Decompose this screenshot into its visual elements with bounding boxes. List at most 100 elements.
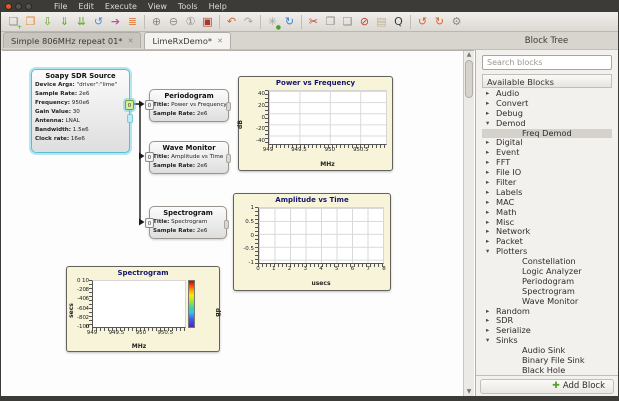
tree-expander-icon[interactable] [486, 138, 496, 148]
zoom-in-button[interactable]: ⊕ [148, 14, 165, 30]
scroll-down-icon[interactable]: ▼ [464, 388, 474, 396]
tick-label: 0.5 [245, 219, 254, 225]
tree-expander-icon[interactable] [486, 198, 496, 208]
open-file-button[interactable]: ❒ [22, 14, 39, 30]
canvas-scrollbar[interactable]: ▲ ▼ [463, 51, 474, 396]
tree-expander-icon[interactable] [486, 326, 496, 336]
power-vs-frequency-plot[interactable]: Power vs Frequency 40200-20-40 949949.59… [238, 76, 393, 171]
menu-item[interactable]: Help [209, 2, 227, 11]
tree-expander-icon[interactable] [486, 218, 496, 228]
tick-label: 949 [263, 147, 274, 153]
undo-button[interactable]: ↶ [223, 14, 240, 30]
toolbar-separator[interactable] [141, 14, 148, 30]
add-block-button[interactable]: ✚ Add Block [480, 379, 614, 394]
spectrogram-input-port[interactable]: 0 [145, 218, 154, 228]
toolbar-separator[interactable] [216, 14, 223, 30]
cut-button[interactable]: ✂ [305, 14, 322, 30]
view-log-button[interactable]: ≣ [124, 14, 141, 30]
tree-expander-icon[interactable] [486, 99, 496, 109]
plot-area [258, 207, 384, 264]
tree-expander-icon[interactable] [486, 208, 496, 218]
tree-expander-icon[interactable] [486, 227, 496, 237]
tree-expander-icon[interactable] [486, 89, 496, 99]
search-input[interactable] [482, 55, 612, 70]
tree-expander-icon[interactable] [486, 109, 496, 119]
paste-button[interactable]: ❑ [339, 14, 356, 30]
rotate-right-button[interactable]: ↻ [431, 14, 448, 30]
menu-item[interactable]: Edit [78, 2, 94, 11]
tree-item-label: Black Hole [522, 366, 565, 375]
tree-expander-icon[interactable] [486, 158, 496, 168]
tab-simple-806mhz[interactable]: Simple 806MHz repeat 01* ✕ [3, 32, 141, 48]
activate-topology-button[interactable]: ✳ ● [264, 14, 281, 30]
scroll-up-icon[interactable]: ▲ [464, 51, 474, 59]
save-as-button[interactable]: ⇓ [56, 14, 73, 30]
toolbar-icon-glyph: ⚙ [452, 14, 462, 30]
properties-button[interactable]: ⚙ [448, 14, 465, 30]
zoom-original-button[interactable]: ① [182, 14, 199, 30]
scrollbar-thumb[interactable] [465, 60, 473, 98]
tick-label: 950.5 [157, 330, 173, 336]
menu-item[interactable]: File [54, 2, 67, 11]
tab-limerxdemo[interactable]: LimeRxDemo* ✕ [144, 32, 230, 49]
reload-file-button[interactable]: ↺ [90, 14, 107, 30]
toolbar-separator[interactable] [257, 14, 264, 30]
block-property: Sample Rate: 2e6 [150, 227, 226, 236]
y-axis-label: secs [68, 303, 75, 318]
block-properties: Title: SpectrogramSample Rate: 2e6 [150, 218, 226, 236]
tree-expander-icon[interactable] [486, 148, 496, 158]
zoom-out-button[interactable]: ⊖ [165, 14, 182, 30]
save-all-button[interactable]: ⇊ [73, 14, 90, 30]
toolbar-separator[interactable] [407, 14, 414, 30]
wave-monitor-block[interactable]: Wave Monitor Title: Amplitude vs TimeSam… [149, 141, 229, 174]
tree-expander-icon[interactable] [486, 336, 496, 346]
fullscreen-button[interactable]: ▣ [199, 14, 216, 30]
object-properties-button[interactable]: ▤ [373, 14, 390, 30]
periodogram-block[interactable]: Periodogram Title: Power vs FrequencySam… [149, 89, 229, 122]
copy-button[interactable]: ❐ [322, 14, 339, 30]
reload-plugins-button[interactable]: ↻ [281, 14, 298, 30]
menu-item[interactable]: Tools [178, 2, 198, 11]
tree-expander-icon[interactable] [486, 188, 496, 198]
maximize-button[interactable] [25, 3, 32, 10]
amplitude-vs-time-plot[interactable]: Amplitude vs Time 10.50-0.5-1 012345678 … [233, 193, 391, 291]
toolbar-separator[interactable] [298, 14, 305, 30]
tree-expander-icon[interactable] [486, 178, 496, 188]
tick-label: 949 [87, 330, 98, 336]
redo-button[interactable]: ↷ [240, 14, 257, 30]
block-properties: Device Args: "driver":"lime"Sample Rate:… [32, 81, 129, 144]
close-button[interactable] [5, 3, 12, 10]
source-output-port[interactable]: 0 [125, 100, 134, 110]
soapy-sdr-source-block[interactable]: Soapy SDR Source Device Args: "driver":"… [31, 69, 130, 153]
menu-item[interactable]: View [148, 2, 167, 11]
rotate-left-button[interactable]: ↺ [414, 14, 431, 30]
tick-label: 3 [304, 266, 308, 272]
tree-expander-icon[interactable] [486, 307, 496, 317]
flowgraph-canvas[interactable]: Soapy SDR Source Device Args: "driver":"… [2, 50, 474, 396]
delete-button[interactable]: ⊘ [356, 14, 373, 30]
tree-expander-icon[interactable] [486, 247, 496, 257]
tab-close-icon[interactable]: ✕ [217, 37, 223, 45]
tree-expander-icon[interactable] [486, 237, 496, 247]
spectrogram-plot[interactable]: Spectrogram 1086420 949949.5950950.5 0-2… [66, 266, 220, 352]
tree-expander-icon[interactable] [486, 316, 496, 326]
block-properties: Title: Power vs FrequencySample Rate: 2e… [150, 101, 228, 119]
block-property: Title: Power vs Frequency [150, 101, 228, 110]
wave-monitor-input-port[interactable]: 0 [145, 152, 154, 162]
spectrogram-block[interactable]: Spectrogram Title: SpectrogramSample Rat… [149, 206, 227, 239]
tree-item[interactable]: Black Hole [482, 366, 612, 375]
export-file-button[interactable]: ➔ [107, 14, 124, 30]
tick-label: 6 [351, 266, 355, 272]
tree-expander-icon[interactable] [486, 168, 496, 178]
save-button[interactable]: ⇩ [39, 14, 56, 30]
find-blocks-button[interactable]: Q [390, 14, 407, 30]
tick-label: 950.5 [353, 147, 369, 153]
block-property: Sample Rate: 2e6 [150, 110, 228, 119]
tab-close-icon[interactable]: ✕ [128, 37, 134, 45]
tree-expander-icon[interactable] [486, 119, 496, 129]
plot-title: Spectrogram [67, 269, 219, 277]
periodogram-input-port[interactable]: 0 [145, 100, 154, 110]
minimize-button[interactable] [15, 3, 22, 10]
menu-item[interactable]: Execute [105, 2, 137, 11]
new-file-button[interactable]: ❏ + [5, 14, 22, 30]
